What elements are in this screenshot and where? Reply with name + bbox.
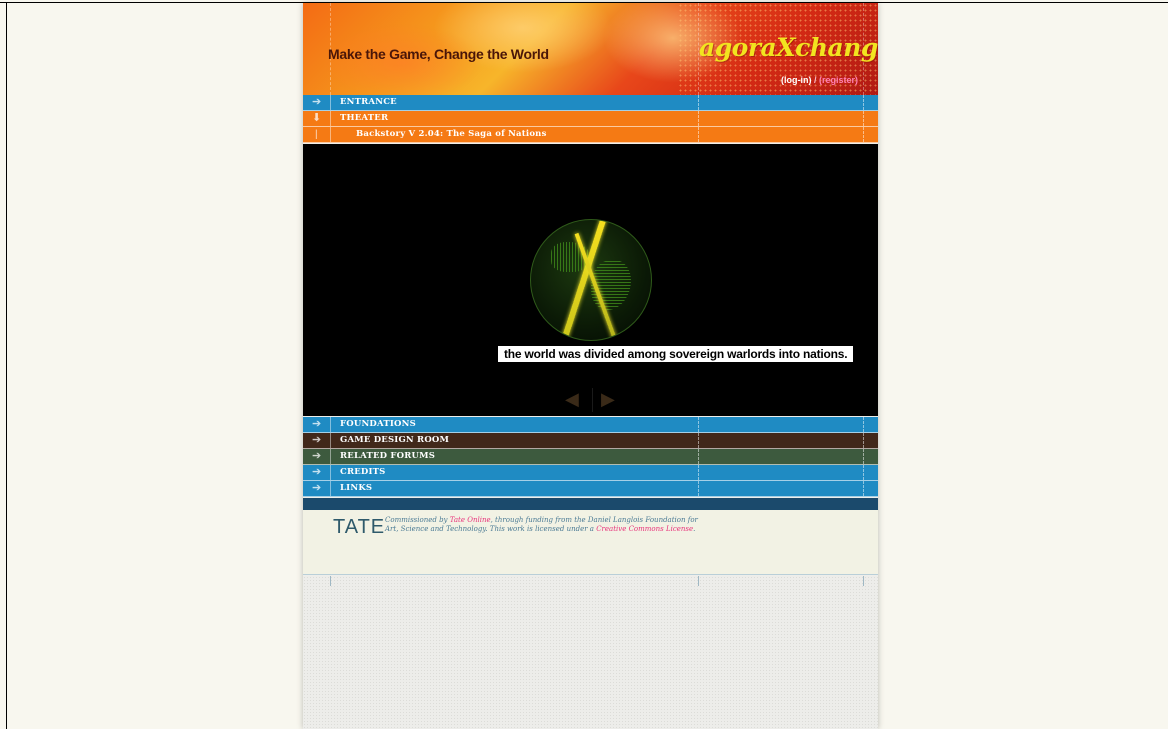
creative-commons-link[interactable]: Creative Commons License (596, 525, 693, 533)
auth-separator: / (811, 75, 819, 85)
video-caption: the world was divided among sovereign wa… (498, 346, 854, 362)
nav-label: ENTRANCE (340, 97, 397, 107)
register-link[interactable]: (register) (819, 75, 858, 85)
nav-label: FOUNDATIONS (340, 419, 416, 429)
arrow-right-icon: ➔ (312, 418, 322, 430)
nav-foundations[interactable]: ➔ FOUNDATIONS (303, 417, 878, 433)
footer-strip (303, 498, 878, 510)
nav-label: RELATED FORUMS (340, 451, 436, 461)
nav-theater[interactable]: ⬇ THEATER (303, 111, 878, 127)
nav-links[interactable]: ➔ LINKS (303, 481, 878, 497)
page-background-pattern (303, 576, 878, 729)
next-arrow-icon[interactable]: ▶ (601, 390, 615, 408)
window-left-border (6, 2, 7, 729)
nav-label: THEATER (340, 113, 389, 123)
previous-arrow-icon[interactable]: ◀ (565, 390, 579, 408)
arrow-right-icon: ➔ (312, 482, 322, 494)
tate-logo[interactable]: TATE (333, 516, 385, 539)
nav-game-design-room[interactable]: ➔ GAME DESIGN ROOM (303, 433, 878, 449)
nav-label: LINKS (340, 483, 373, 493)
nav-credits[interactable]: ➔ CREDITS (303, 465, 878, 481)
nav-sub-label: Backstory V 2.04: The Saga of Nations (356, 129, 547, 139)
arrow-down-icon: ⬇ (312, 112, 322, 124)
site-tagline: Make the Game, Change the World (328, 46, 549, 62)
nav-label: GAME DESIGN ROOM (340, 435, 450, 445)
bar-icon: | (315, 129, 318, 140)
nav-entrance[interactable]: ➔ ENTRANCE (303, 95, 878, 111)
site-logo[interactable]: agoraXchange (699, 33, 878, 62)
nav-theater-backstory[interactable]: | Backstory V 2.04: The Saga of Nations (303, 127, 878, 143)
login-link[interactable]: (log-in) (781, 75, 812, 85)
header-banner: Make the Game, Change the World agoraXch… (303, 3, 878, 95)
credit-text: Commissioned by Tate Online, through fun… (385, 516, 698, 533)
video-player[interactable]: the world was divided among sovereign wa… (303, 144, 878, 416)
nav-label: CREDITS (340, 467, 386, 477)
globe-image (530, 219, 652, 341)
nav-related-forums[interactable]: ➔ RELATED FORUMS (303, 449, 878, 465)
page-container: Make the Game, Change the World agoraXch… (303, 3, 878, 729)
footer: TATE Commissioned by Tate Online, throug… (303, 510, 878, 575)
arrow-right-icon: ➔ (312, 434, 322, 446)
auth-links: (log-in) / (register) (781, 75, 858, 85)
arrow-right-icon: ➔ (312, 466, 322, 478)
arrow-right-icon: ➔ (312, 450, 322, 462)
tate-online-link[interactable]: Tate Online (450, 516, 491, 524)
arrow-right-icon: ➔ (312, 96, 322, 108)
